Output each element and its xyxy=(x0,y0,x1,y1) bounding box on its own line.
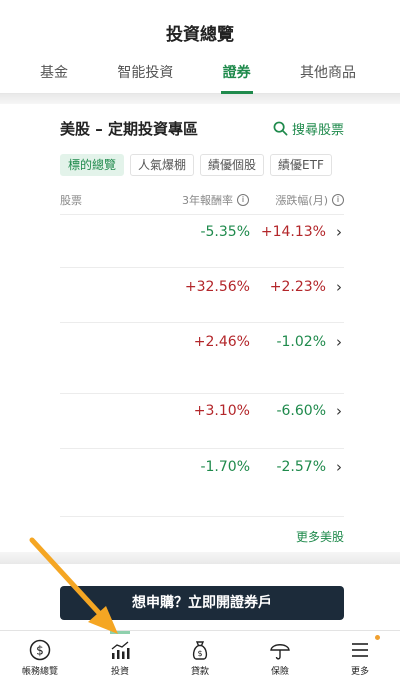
nav-account-overview[interactable]: $ 帳務總覽 xyxy=(0,631,80,684)
column-return-3y-label: 3年報酬率 xyxy=(182,194,233,207)
return-3y-value: +2.46% xyxy=(193,334,250,350)
table-row[interactable]: +2.46% -1.02% › xyxy=(60,333,344,354)
chip-all-targets[interactable]: 標的總覽 xyxy=(60,154,125,176)
divider xyxy=(60,393,344,394)
chevron-right-icon: › xyxy=(336,402,342,420)
return-3y-value: -5.35% xyxy=(200,224,250,240)
divider xyxy=(60,322,344,323)
bar-chart-icon xyxy=(111,641,130,659)
tab-other-products[interactable]: 其他商品 xyxy=(298,62,358,94)
notification-dot xyxy=(375,635,380,640)
column-return-3y: 3年報酬率 i xyxy=(182,192,249,208)
change-month-value: +2.23% xyxy=(269,279,326,295)
tab-funds[interactable]: 基金 xyxy=(38,62,70,94)
chevron-right-icon: › xyxy=(336,333,342,351)
chip-popular[interactable]: 人氣爆棚 xyxy=(130,154,195,176)
tab-smart-invest[interactable]: 智能投資 xyxy=(115,62,175,94)
more-us-stocks-link[interactable]: 更多美股 xyxy=(296,528,344,545)
divider xyxy=(60,214,344,215)
change-month-value: -6.60% xyxy=(276,403,326,419)
search-icon xyxy=(273,121,288,136)
chip-top-etf[interactable]: 績優ETF xyxy=(270,154,332,176)
svg-text:$: $ xyxy=(197,649,202,658)
column-stock: 股票 xyxy=(60,194,82,207)
table-row[interactable]: +32.56% +2.23% › xyxy=(60,278,344,299)
chip-top-stocks[interactable]: 績優個股 xyxy=(200,154,265,176)
section-header: 美股 – 定期投資專區 搜尋股票 xyxy=(60,118,344,142)
section-title: 美股 – 定期投資專區 xyxy=(60,120,198,138)
money-bag-icon: $ xyxy=(192,641,208,660)
nav-insurance[interactable]: 保險 xyxy=(240,631,320,684)
change-month-value: -2.57% xyxy=(276,459,326,475)
divider xyxy=(60,448,344,449)
nav-more[interactable]: 更多 xyxy=(320,631,400,684)
info-icon[interactable]: i xyxy=(237,194,249,206)
bottom-nav: $ 帳務總覽 投資 $ 貸款 保險 更多 xyxy=(0,630,400,684)
dollar-circle-icon: $ xyxy=(29,639,51,661)
nav-label: 更多 xyxy=(350,667,369,677)
filter-chips: 標的總覽 人氣爆棚 績優個股 績優ETF xyxy=(60,154,350,176)
info-icon[interactable]: i xyxy=(332,194,344,206)
search-stocks-label: 搜尋股票 xyxy=(291,123,344,138)
section-separator xyxy=(0,94,400,104)
page-title: 投資總覽 xyxy=(166,25,234,45)
nav-invest[interactable]: 投資 xyxy=(80,631,160,684)
umbrella-icon xyxy=(270,644,290,660)
table-row[interactable]: -1.70% -2.57% › xyxy=(60,458,344,479)
nav-label: 貸款 xyxy=(190,667,209,677)
chevron-right-icon: › xyxy=(336,278,342,296)
divider xyxy=(60,267,344,268)
return-3y-value: -1.70% xyxy=(200,459,250,475)
header: 投資總覽 基金 智能投資 證券 其他商品 xyxy=(0,0,400,94)
svg-text:$: $ xyxy=(36,644,44,658)
nav-label: 投資 xyxy=(110,667,129,677)
tab-securities[interactable]: 證券 xyxy=(220,62,253,94)
table-row[interactable]: +3.10% -6.60% › xyxy=(60,402,344,423)
menu-icon xyxy=(352,643,368,657)
change-month-value: +14.13% xyxy=(260,224,326,240)
nav-loan[interactable]: $ 貸款 xyxy=(160,631,240,684)
tab-bar: 基金 智能投資 證券 其他商品 xyxy=(38,62,358,94)
table-header: 股票 3年報酬率 i 漲跌幅(月) i xyxy=(60,192,344,210)
search-stocks-link[interactable]: 搜尋股票 xyxy=(273,119,344,138)
change-month-value: -1.02% xyxy=(276,334,326,350)
table-row[interactable]: -5.35% +14.13% › xyxy=(60,223,344,244)
column-change-month-label: 漲跌幅(月) xyxy=(275,194,328,207)
column-change-month: 漲跌幅(月) i xyxy=(275,192,344,208)
chevron-right-icon: › xyxy=(336,458,342,476)
open-account-button[interactable]: 想申購？立即開證券戶 xyxy=(60,586,344,620)
nav-label: 帳務總覽 xyxy=(21,667,58,677)
return-3y-value: +32.56% xyxy=(184,279,250,295)
nav-label: 保險 xyxy=(270,667,289,677)
section-separator xyxy=(0,552,400,564)
divider xyxy=(60,516,344,517)
chevron-right-icon: › xyxy=(336,223,342,241)
return-3y-value: +3.10% xyxy=(193,403,250,419)
